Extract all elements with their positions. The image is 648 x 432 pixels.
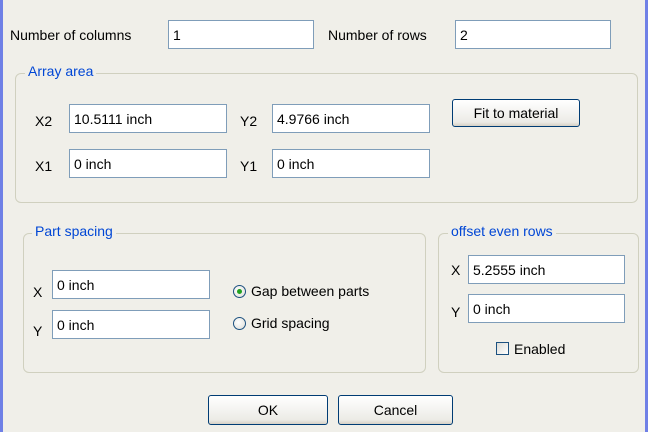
gap-between-parts-label[interactable]: Gap between parts — [251, 283, 369, 299]
y2-label: Y2 — [240, 113, 258, 129]
enabled-label[interactable]: Enabled — [514, 341, 565, 357]
rows-label: Number of rows — [328, 27, 427, 43]
part-spacing-group — [23, 233, 426, 373]
columns-input[interactable] — [168, 20, 314, 49]
part-spacing-y-label: Y — [33, 323, 43, 339]
part-spacing-title: Part spacing — [32, 223, 116, 239]
array-area-title: Array area — [25, 63, 97, 79]
cancel-button[interactable]: Cancel — [338, 395, 453, 425]
y1-label: Y1 — [240, 158, 258, 174]
offset-even-rows-title: offset even rows — [448, 223, 556, 239]
grid-spacing-label[interactable]: Grid spacing — [251, 315, 330, 331]
fit-to-material-button[interactable]: Fit to material — [452, 99, 580, 127]
rows-input[interactable] — [455, 20, 611, 49]
ok-button[interactable]: OK — [208, 395, 328, 425]
gap-between-parts-radio[interactable] — [233, 285, 246, 298]
part-spacing-x-input[interactable] — [52, 270, 210, 299]
grid-spacing-radio[interactable] — [233, 317, 246, 330]
offset-x-input[interactable] — [468, 255, 625, 284]
array-area-group — [15, 73, 638, 203]
window-frame-left — [0, 0, 3, 432]
part-spacing-x-label: X — [33, 284, 43, 300]
offset-y-label: Y — [451, 304, 461, 320]
x1-input[interactable] — [69, 149, 227, 178]
x2-label: X2 — [35, 113, 53, 129]
y2-input[interactable] — [272, 104, 430, 133]
offset-x-label: X — [451, 262, 461, 278]
y1-input[interactable] — [272, 149, 430, 178]
part-spacing-y-input[interactable] — [52, 310, 210, 339]
radio-selected-dot — [237, 289, 242, 294]
x2-input[interactable] — [69, 104, 227, 133]
x1-label: X1 — [35, 158, 53, 174]
columns-label: Number of columns — [10, 27, 132, 43]
enabled-checkbox[interactable] — [496, 342, 509, 355]
offset-y-input[interactable] — [468, 294, 625, 323]
